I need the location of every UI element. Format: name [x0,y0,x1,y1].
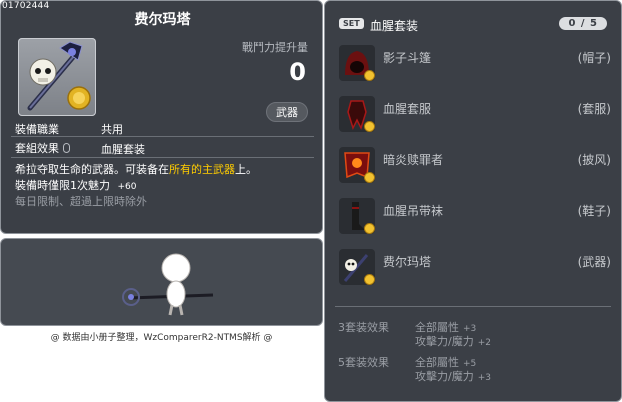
divider [335,306,611,307]
hood-icon [339,45,375,81]
set-piece-name: 暗炎赎罪者 [383,153,444,167]
character-preview [122,253,214,316]
set-bonus-stat-value: +3 [477,373,491,383]
coin-icon [364,274,375,285]
set-count-badge: 0 / 5 [559,17,607,30]
category-badge: 武器 [266,102,308,122]
item-icon-frame [18,38,96,116]
link-icon [63,143,70,153]
set-bonus-stat: 攻擊力/魔力 +2 [415,333,491,349]
description-highlight: 所有的主武器 [169,163,235,176]
set-effect-label: 套組效果 [15,142,59,155]
stockings-icon [339,198,375,234]
item-tooltip-panel: 01702444 费尔玛塔 戰鬥力提升量 0 武器 裝備職業 共用 套組效果 血… [0,0,323,234]
set-panel: SET 血腥套装 0 / 5 影子斗篷 (帽子) 血腥套服 (套服) 暗炎赎罪者… [324,0,622,402]
limit-value: +60 [117,182,137,192]
set-piece-slot: (套服) [577,102,611,116]
daily-limit: 每日限制、超過上限時除外 [15,195,147,208]
set-piece-name: 影子斗篷 [383,51,432,65]
set-piece: 费尔玛塔 (武器) [339,249,611,287]
set-piece: 血腥套服 (套服) [339,96,611,134]
set-piece-slot: (武器) [577,255,611,269]
set-piece-name: 费尔玛塔 [383,255,432,269]
job-label: 裝備職業 [15,123,59,136]
staff-icon [339,249,375,285]
description-tail: 上。 [235,163,257,176]
staff-icon [27,41,91,111]
description-text: 希拉夺取生命的武器。可装备在 [15,163,169,176]
set-tag: SET [339,18,364,29]
set-bonus-label: 5套装效果 [338,356,389,369]
character-preview-panel [0,238,323,326]
set-bonus-stat-value: +2 [477,338,491,348]
divider [11,136,314,137]
set-piece: 暗炎赎罪者 (披风) [339,147,611,185]
set-piece-slot: (披风) [577,153,611,167]
set-bonus-stat-name: 攻擊力/魔力 [415,335,474,348]
limit-line: 裝備時僅限1次魅力 +60 [15,177,137,193]
cape-icon [339,147,375,183]
set-piece: 血腥吊带袜 (鞋子) [339,198,611,236]
coin-icon [364,172,375,183]
item-title: 费尔玛塔 [134,12,191,28]
set-piece-name: 血腥套服 [383,102,432,116]
set-piece-name: 血腥吊带袜 [383,204,444,218]
power-label: 戰鬥力提升量 [242,41,308,54]
coin-icon [364,70,375,81]
set-bonus-stat: 攻擊力/魔力 +3 [415,368,491,384]
armor-icon [339,96,375,132]
set-effect-row: 套組效果 [15,140,70,156]
coin-icon [364,121,375,132]
set-piece: 影子斗篷 (帽子) [339,45,611,83]
set-piece-slot: (帽子) [577,51,611,65]
set-name: 血腥套装 [370,19,419,33]
set-bonus-label: 3套装效果 [338,321,389,334]
set-effect-value: 血腥套装 [101,143,145,156]
data-credit: @ 数据由小册子整理，WzComparerR2-NTMS解析 @ [50,333,273,343]
item-description: 希拉夺取生命的武器。可装备在所有的主武器上。 [15,161,257,177]
power-value: 0 [289,58,306,86]
set-bonus-stat-name: 攻擊力/魔力 [415,370,474,383]
set-piece-slot: (鞋子) [577,204,611,218]
coin-icon [364,223,375,234]
limit-text: 裝備時僅限1次魅力 [15,179,110,192]
divider [11,157,314,158]
job-value: 共用 [101,123,123,136]
